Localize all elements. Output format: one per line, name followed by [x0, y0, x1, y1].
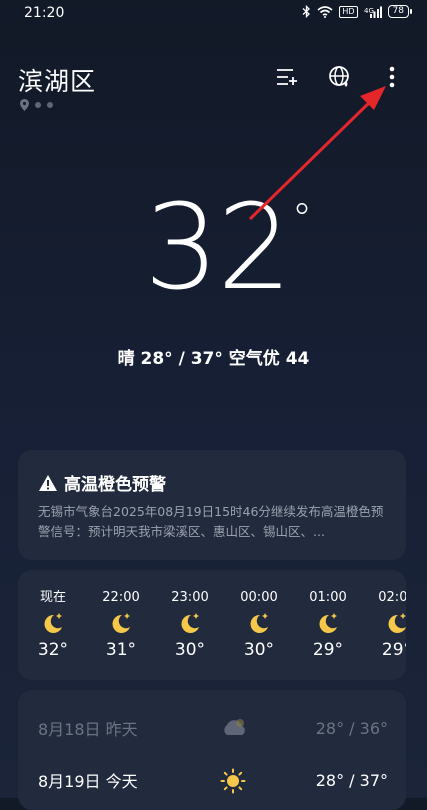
sun-icon [220, 768, 246, 794]
hour-temp: 29° [381, 640, 406, 660]
warning-icon [39, 474, 57, 491]
svg-text:4G: 4G [364, 7, 374, 15]
hour-temp: 30° [243, 640, 275, 660]
alert-title: 高温橙色预警 [64, 475, 166, 495]
more-vertical-icon [389, 66, 395, 88]
moon-stars-icon [250, 613, 268, 633]
list-add-icon [277, 69, 297, 85]
bluetooth-icon [302, 5, 311, 18]
alert-body: 无锡市气象台2025年08月19日15时46分继续发布高温橙色预警信号：预计明天… [38, 504, 384, 539]
daily-row-today[interactable]: 8月19日 今天 28° / 37° [18, 760, 406, 800]
day-date: 8月19日 今天 [38, 772, 138, 791]
hour-time: 00:00 [240, 590, 278, 605]
status-icons: HD 4G 78 [302, 5, 413, 18]
hour-temp: 31° [105, 640, 137, 660]
status-time: 21:20 [24, 5, 65, 21]
cellular-signal-icon: 4G [364, 6, 382, 18]
wifi-icon [317, 5, 333, 18]
moon-stars-icon [319, 613, 337, 633]
moon-stars-icon [112, 613, 130, 633]
hourly-item[interactable]: 02:00 29° [370, 590, 406, 660]
hourly-item[interactable]: 23:00 30° [163, 590, 217, 660]
degree-symbol: ° [292, 196, 312, 242]
hourly-item[interactable]: 00:00 30° [232, 590, 286, 660]
location-page-indicator [20, 99, 53, 111]
cloudy-icon [224, 719, 245, 735]
city-manage-button[interactable] [275, 64, 301, 90]
globe-weather-button[interactable] [327, 64, 353, 90]
battery-indicator: 78 [387, 5, 413, 18]
moon-stars-icon [181, 613, 199, 633]
hour-time: 现在 [39, 590, 66, 605]
hourly-item[interactable]: 22:00 31° [94, 590, 148, 660]
hour-time: 02:00 [378, 590, 406, 605]
moon-stars-icon [44, 613, 62, 633]
hour-temp: 32° [37, 640, 69, 660]
hourly-forecast-card[interactable]: 现在 32° 22:00 31° 23:00 30° 00:00 30° 01:… [18, 570, 406, 680]
globe-icon [329, 66, 349, 87]
current-temperature: 32 [144, 178, 292, 316]
hour-temp: 30° [174, 640, 206, 660]
daily-forecast-card: 8月18日 昨天 28° / 36° 8月19日 今天 28° / 37° [18, 690, 406, 810]
weather-summary[interactable]: 晴 28° / 37° 空气优 44 [0, 344, 427, 369]
day-range: 28° / 37° [315, 770, 388, 790]
hourly-item[interactable]: 01:00 29° [301, 590, 355, 660]
hour-time: 23:00 [171, 590, 209, 605]
hour-temp: 29° [312, 640, 344, 660]
location-title[interactable]: 滨湖区 [18, 62, 96, 98]
hour-time: 22:00 [102, 590, 140, 605]
hour-time: 01:00 [309, 590, 347, 605]
location-pin-icon [20, 99, 29, 111]
status-bar: 21:20 HD 4G 78 [0, 0, 427, 28]
moon-stars-icon [388, 613, 406, 633]
day-date: 8月18日 昨天 [38, 720, 138, 739]
weather-alert-card[interactable]: 高温橙色预警 无锡市气象台2025年08月19日15时46分继续发布高温橙色预警… [18, 450, 406, 560]
page-dot [47, 102, 53, 108]
day-range: 28° / 36° [315, 718, 388, 738]
top-actions [275, 64, 405, 90]
hd-badge: HD [339, 5, 358, 18]
hourly-item[interactable]: 现在 32° [26, 590, 80, 660]
daily-row-yesterday[interactable]: 8月18日 昨天 28° / 36° [18, 708, 406, 748]
page-dot [35, 102, 41, 108]
more-options-button[interactable] [379, 64, 405, 90]
alert-title-row: 高温橙色预警 [38, 470, 166, 495]
